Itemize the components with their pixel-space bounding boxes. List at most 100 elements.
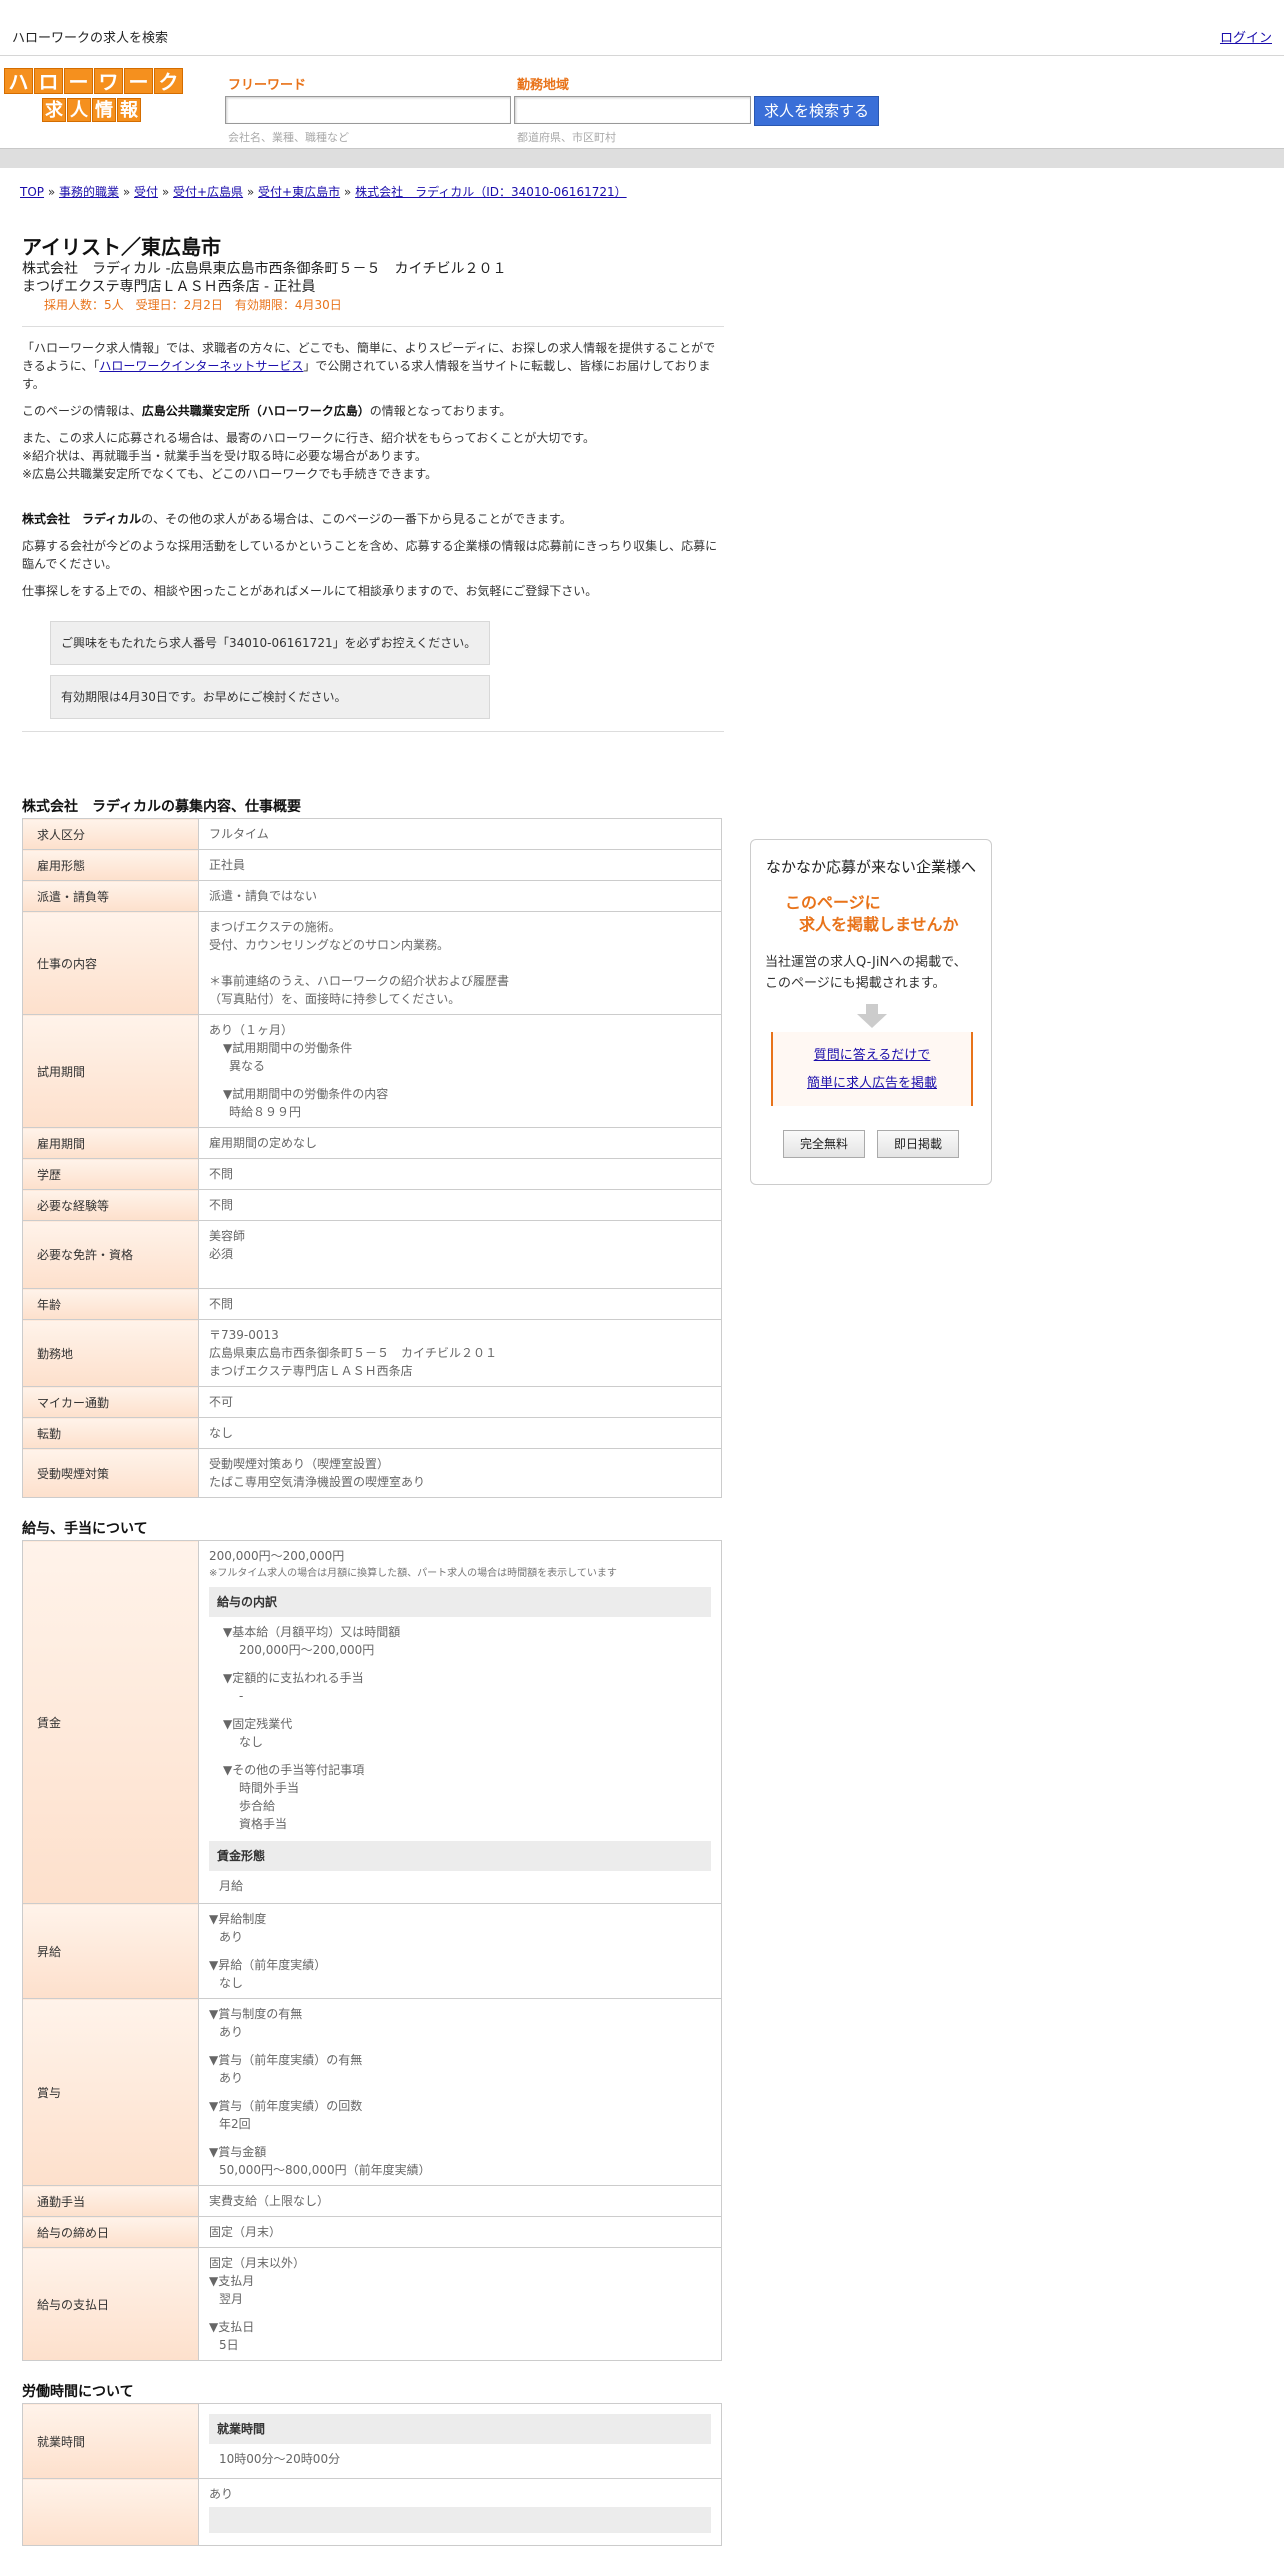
value-line: 資格手当 — [239, 1817, 288, 1831]
row-label: 通勤手当 — [22, 2185, 199, 2217]
company-name: 株式会社 ラディカル — [22, 512, 142, 526]
value-line: あり — [219, 2071, 244, 2085]
row-value: 雇用期間の定めなし — [198, 1127, 722, 1159]
area-input[interactable] — [514, 96, 751, 124]
job-meta: 採用人数：5人 受理日：2月2日 有効期限：4月30日 — [44, 298, 342, 312]
ad-link-post[interactable]: 簡単に求人広告を掲載 — [773, 1072, 971, 1091]
value-line: 必須 — [209, 1247, 234, 1261]
logo-char: ロ — [34, 68, 63, 94]
value-line: あり — [209, 2487, 234, 2501]
value-line: 受付、カウンセリングなどのサロン内業務。 — [209, 938, 450, 952]
breadcrumb-occupation[interactable]: 受付 — [134, 185, 158, 199]
ad-link-question[interactable]: 質問に答えるだけで — [773, 1044, 971, 1063]
ad-text-line: このページにも掲載されます。 — [765, 976, 946, 991]
row-label: 昇給 — [22, 1903, 199, 1999]
intro-text: このページの情報は、 — [22, 404, 142, 418]
expiry-notice: 有効期限は4月30日です。お早めにご検討ください。 — [50, 675, 490, 719]
breadcrumb-company[interactable]: 株式会社 ラディカル（ID：34010-06161721） — [355, 185, 627, 199]
salary-title: 給与、手当について — [22, 1521, 148, 1537]
breadcrumb-category[interactable]: 事務的職業 — [59, 185, 119, 199]
table-row: 学歴 不問 — [22, 1158, 722, 1190]
row-label: 受動喫煙対策 — [22, 1448, 199, 1498]
table-row: 年齢 不問 — [22, 1288, 722, 1320]
value-line: 5日 — [219, 2338, 239, 2352]
table-row: 昇給 ▼昇給制度 あり ▼昇給（前年度実績） なし — [22, 1903, 722, 1999]
logo-char: 報 — [117, 98, 141, 122]
row-label: 年齢 — [22, 1288, 199, 1320]
row-label — [22, 2478, 199, 2546]
table-row: 必要な免許・資格 美容師 必須 — [22, 1220, 722, 1289]
value-line: 時給８９９円 — [229, 1105, 302, 1119]
table-row: 派遣・請負等 派遣・請負ではない — [22, 880, 722, 912]
value-line: ▼試用期間中の労働条件 — [223, 1041, 353, 1055]
table-row: マイカー通勤 不可 — [22, 1386, 722, 1418]
breadcrumb-sep: » — [243, 185, 259, 199]
row-label: 求人区分 — [22, 818, 199, 850]
row-value: あり（１ヶ月） ▼試用期間中の労働条件 異なる ▼試用期間中の労働条件の内容 時給８９９… — [198, 1014, 722, 1128]
top-bar: ハローワークの求人を検索 ログイン — [0, 0, 1284, 56]
row-label: 給与の締め日 — [22, 2216, 199, 2248]
table-row: 勤務地 〒739-0013 広島県東広島市西条御条町５－５ カイチビル２０１ まつげ… — [22, 1319, 722, 1387]
row-value: 200,000円〜200,000円 ※フルタイム求人の場合は月額に換算した額、パ… — [198, 1540, 722, 1904]
row-label: 勤務地 — [22, 1319, 199, 1387]
ad-title: なかなか応募が来ない企業様へ — [765, 858, 976, 876]
table-row: 必要な経験等 不問 — [22, 1189, 722, 1221]
salary-note: ※フルタイム求人の場合は月額に換算した額、パート求人の場合は時間額を表示していま… — [209, 1568, 617, 1579]
row-value: 固定（月末以外） ▼支払月 翌月 ▼支払日 5日 — [198, 2247, 722, 2361]
table-row: 給与の支払日 固定（月末以外） ▼支払月 翌月 ▼支払日 5日 — [22, 2247, 722, 2361]
breakdown-head: 給与の内訳 — [209, 1587, 711, 1617]
salary-table: 賃金 200,000円〜200,000円 ※フルタイム求人の場合は月額に換算した… — [22, 1540, 722, 2361]
value-line: 月給 — [219, 1879, 244, 1893]
row-value: 不可 — [198, 1386, 722, 1418]
value-line: まつげエクステの施術。 — [209, 920, 341, 934]
hellowork-internet-link[interactable]: ハローワークインターネットサービス — [99, 359, 303, 373]
table-row: 雇用期間 雇用期間の定めなし — [22, 1127, 722, 1159]
row-value: 就業時間 10時00分〜20時00分 — [198, 2403, 722, 2479]
value-line: ▼賞与（前年度実績）の有無 — [209, 2053, 363, 2067]
value-line: ▼支払月 — [209, 2274, 255, 2288]
logo-char: ー — [64, 68, 93, 94]
area-label: 勤務地域 — [517, 78, 570, 93]
intro-text: ※広島公共職業安定所でなくても、どこのハローワークでも手続きできます。 — [22, 467, 438, 481]
search-button[interactable]: 求人を検索する — [754, 96, 879, 126]
row-value: 正社員 — [198, 849, 722, 881]
breadcrumb-top[interactable]: TOP — [20, 185, 44, 199]
row-label: 仕事の内容 — [22, 911, 199, 1015]
breadcrumb-sep: » — [44, 185, 59, 199]
value-line: ▼賞与（前年度実績）の回数 — [209, 2099, 363, 2113]
breadcrumb-sep: » — [119, 185, 134, 199]
value-line: 200,000円〜200,000円 — [239, 1643, 375, 1657]
table-row: 試用期間 あり（１ヶ月） ▼試用期間中の労働条件 異なる ▼試用期間中の労働条件の内容… — [22, 1014, 722, 1128]
row-value: ▼賞与制度の有無 あり ▼賞与（前年度実績）の有無 あり ▼賞与（前年度実績）の回数 年2… — [198, 1998, 722, 2186]
value-line: 受動喫煙対策あり（喫煙室設置） — [209, 1457, 390, 1471]
logo-char: 求 — [42, 98, 66, 122]
overview-table: 求人区分 フルタイム 雇用形態 正社員 派遣・請負等 派遣・請負ではない 仕事の内容 … — [22, 818, 722, 1498]
value-line: ▼賞与制度の有無 — [209, 2007, 303, 2021]
value-line: あり — [219, 2025, 244, 2039]
row-label: 転勤 — [22, 1417, 199, 1449]
intro-p4: 株式会社 ラディカルの、その他の求人がある場合は、このページの一番下から見ること… — [22, 510, 724, 528]
freeword-input[interactable] — [225, 96, 511, 124]
sub-head — [209, 2507, 711, 2533]
table-row: 転勤 なし — [22, 1417, 722, 1449]
breadcrumb-prefecture[interactable]: 受付+広島県 — [173, 185, 243, 199]
value-line: ▼昇給制度 — [209, 1912, 267, 1926]
free-button[interactable]: 完全無料 — [783, 1130, 865, 1158]
hours-head: 就業時間 — [209, 2414, 711, 2444]
table-row: 求人区分 フルタイム — [22, 818, 722, 850]
table-row: 通勤手当 実費支給（上限なし） — [22, 2185, 722, 2217]
table-row: 賃金 200,000円〜200,000円 ※フルタイム求人の場合は月額に換算した… — [22, 1540, 722, 1904]
ad-link-box: 質問に答えるだけで 簡単に求人広告を掲載 — [771, 1032, 973, 1106]
ad-catch-line: 求人を掲載しませんか — [799, 915, 959, 934]
site-title: ハローワークの求人を検索 — [12, 31, 169, 46]
row-label: 必要な免許・資格 — [22, 1220, 199, 1289]
value-line: ▼基本給（月額平均）又は時間額 — [223, 1625, 401, 1639]
row-value: 派遣・請負ではない — [198, 880, 722, 912]
login-link[interactable]: ログイン — [1220, 27, 1272, 46]
same-day-button[interactable]: 即日掲載 — [877, 1130, 959, 1158]
breadcrumb-city[interactable]: 受付+東広島市 — [258, 185, 340, 199]
value-line: ▼試用期間中の労働条件の内容 — [223, 1087, 389, 1101]
intro-p3: また、この求人に応募される場合は、最寄のハローワークに行き、紹介状をもらっておく… — [22, 429, 724, 483]
freeword-label: フリーワード — [228, 78, 307, 93]
site-logo[interactable]: ハ ロ ー ワ ー ク 求 人 情 報 — [4, 68, 183, 124]
